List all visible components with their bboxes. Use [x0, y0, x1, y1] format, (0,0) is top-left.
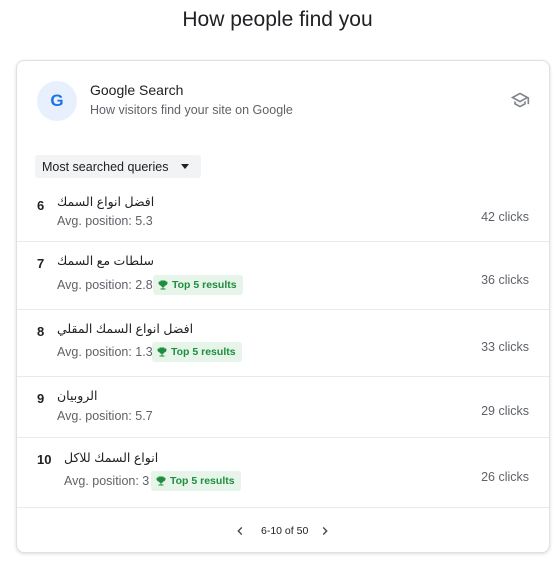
top5-badge: Top 5 results: [153, 275, 243, 295]
query-rank: 6: [37, 198, 45, 213]
query-rank: 9: [37, 391, 45, 406]
trophy-icon: [156, 476, 166, 486]
search-card: G Google Search How visitors find your s…: [16, 60, 550, 553]
avg-position: Avg. position: 3: [64, 474, 150, 488]
clicks-count: 36 clicks: [481, 273, 529, 287]
chevron-right-icon[interactable]: [317, 523, 333, 539]
card-subtitle: How visitors find your site on Google: [90, 103, 293, 117]
query-row[interactable]: 8 افضل انواع السمك المقلي Avg. position:…: [17, 310, 549, 377]
trophy-icon: [158, 280, 168, 290]
google-logo-icon: G: [37, 81, 77, 121]
graduation-cap-icon[interactable]: [510, 90, 530, 110]
avg-position: Avg. position: 5.3: [57, 214, 153, 228]
query-text: سلطات مع السمك: [57, 254, 154, 268]
query-row[interactable]: 10 انواع السمك للاكل Avg. position: 3 To…: [17, 438, 549, 506]
trophy-icon: [157, 347, 167, 357]
badge-label: Top 5 results: [170, 475, 235, 487]
top5-badge: Top 5 results: [152, 342, 242, 362]
query-row[interactable]: 6 افضل انواع السمك Avg. position: 5.3 42…: [17, 183, 549, 242]
badge-label: Top 5 results: [172, 279, 237, 291]
query-text: افضل انواع السمك المقلي: [57, 322, 194, 336]
card-footer: 6-10 of 50: [17, 507, 549, 554]
dropdown-label: Most searched queries: [42, 159, 169, 174]
clicks-count: 42 clicks: [481, 210, 529, 224]
pagination: 6-10 of 50: [17, 523, 549, 539]
query-rank: 10: [37, 452, 52, 467]
query-type-dropdown[interactable]: Most searched queries: [35, 155, 201, 178]
query-row[interactable]: 9 الروبيان Avg. position: 5.7 29 clicks: [17, 377, 549, 438]
avg-position: Avg. position: 2.8: [57, 278, 153, 292]
page-range: 6-10 of 50: [261, 525, 309, 537]
query-text: افضل انواع السمك: [57, 195, 155, 209]
queries-list: 6 افضل انواع السمك Avg. position: 5.3 42…: [17, 183, 549, 506]
query-row[interactable]: 7 سلطات مع السمك Avg. position: 2.8 Top …: [17, 242, 549, 310]
page-title: How people find you: [182, 8, 373, 31]
card-title: Google Search: [90, 82, 184, 98]
query-rank: 8: [37, 324, 45, 339]
avg-position: Avg. position: 1.3: [57, 345, 153, 359]
query-text: الروبيان: [57, 389, 98, 403]
clicks-count: 29 clicks: [481, 404, 529, 418]
badge-label: Top 5 results: [171, 346, 236, 358]
clicks-count: 26 clicks: [481, 470, 529, 484]
query-text: انواع السمك للاكل: [64, 451, 159, 465]
avg-position: Avg. position: 5.7: [57, 409, 153, 423]
caret-down-icon: [181, 164, 189, 169]
clicks-count: 33 clicks: [481, 340, 529, 354]
card-header: G Google Search How visitors find your s…: [17, 61, 549, 141]
top5-badge: Top 5 results: [151, 471, 241, 491]
query-rank: 7: [37, 256, 45, 271]
chevron-left-icon[interactable]: [232, 523, 248, 539]
